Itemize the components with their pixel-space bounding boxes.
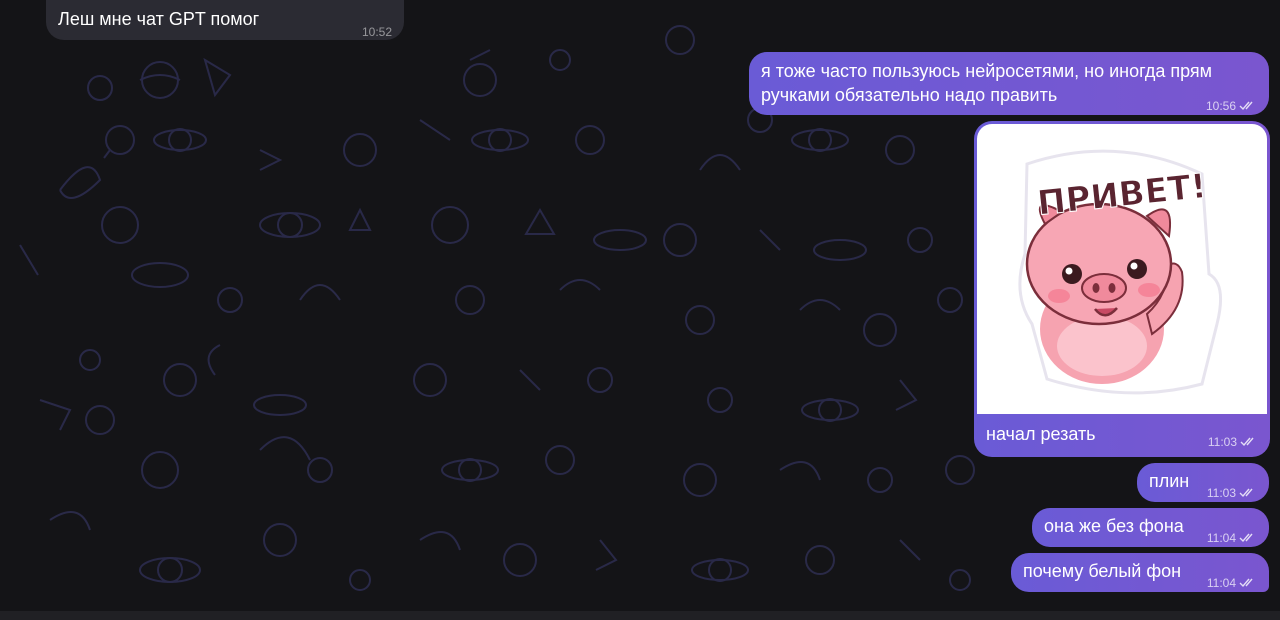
pig-sticker-image: ПРИВЕТ! [1018,149,1223,395]
message-text: начал резать [986,424,1096,444]
message-time: 10:52 [362,20,392,44]
message-text-line-1: я тоже часто пользуюсь нейросетями, но и… [761,61,1213,81]
chat-view[interactable]: Леш мне чат GPT помог 10:52 я тоже часто… [0,0,1280,620]
message-meta: 10:56 [1206,94,1257,118]
message-text: Леш мне чат GPT помог [58,9,260,29]
time-label: 10:56 [1205,99,1236,113]
message-outgoing-sticker[interactable]: ПРИВЕТ! начал резать 11:03 [974,121,1270,457]
message-outgoing[interactable]: плин 11:03 [1137,463,1269,502]
message-meta: 11:03 [1207,481,1257,505]
time-label: 11:03 [1207,435,1237,449]
message-text: почему белый фон [1023,561,1182,581]
time-label: 10:52 [361,25,392,39]
message-incoming[interactable]: Леш мне чат GPT помог 10:52 [46,0,404,40]
composer-bar-edge [0,611,1280,620]
message-text: она же без фона [1044,516,1184,536]
double-check-icon [1239,578,1253,588]
message-meta: 11:04 [1207,526,1257,550]
message-outgoing[interactable]: я тоже часто пользуюсь нейросетями, но и… [749,52,1269,115]
message-meta: 11:03 [1208,435,1258,449]
message-text-line-2: ручками обязательно надо править [761,85,1058,105]
message-outgoing[interactable]: почему белый фон 11:04 [1011,553,1269,592]
sticker-image[interactable]: ПРИВЕТ! [977,124,1267,414]
time-label: 11:04 [1206,576,1236,590]
message-text: плин [1149,471,1190,491]
message-meta: 11:04 [1207,571,1257,595]
double-check-icon [1239,488,1253,498]
message-outgoing[interactable]: она же без фона 11:04 [1032,508,1269,547]
double-check-icon [1240,437,1254,447]
double-check-icon [1239,533,1253,543]
time-label: 11:03 [1206,486,1236,500]
time-label: 11:04 [1206,531,1236,545]
double-check-icon [1239,101,1253,111]
